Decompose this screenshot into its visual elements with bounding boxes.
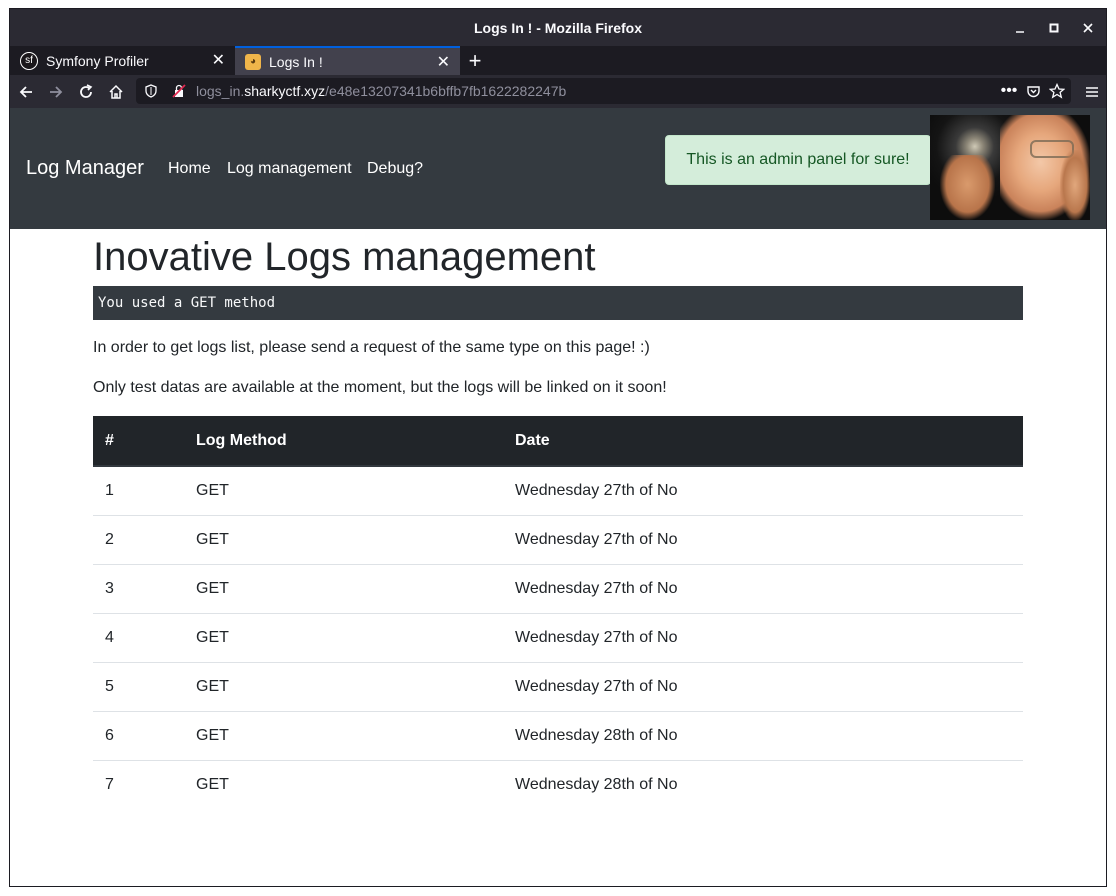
window-titlebar[interactable]: Logs In ! - Mozilla Firefox bbox=[10, 9, 1106, 46]
table-row: 1 GET Wednesday 27th of No bbox=[93, 466, 1023, 516]
cell-method: GET bbox=[196, 775, 229, 793]
cell-method: GET bbox=[184, 711, 503, 761]
nav-link-debug[interactable]: Debug? bbox=[367, 160, 423, 178]
cell-number: 7 bbox=[105, 775, 114, 793]
table-header-row: # Log Method Date bbox=[93, 416, 1023, 467]
maximize-button[interactable] bbox=[1039, 9, 1069, 46]
cell-method: GET bbox=[184, 564, 503, 614]
page-viewport: Log Manager Home Log management Debug? T… bbox=[10, 108, 1106, 886]
tracking-protection-shield-icon[interactable] bbox=[140, 78, 162, 104]
tab-label: Symfony Profiler bbox=[46, 52, 149, 69]
cell-method: GET bbox=[184, 466, 503, 516]
close-tab-icon[interactable]: ✕ bbox=[437, 52, 450, 72]
tab-logs-in[interactable]: ◕ Logs In ! ✕ bbox=[235, 46, 460, 75]
alert-text: This is an admin panel for sure! bbox=[686, 151, 910, 168]
cell-date: Wednesday 28th of No bbox=[515, 775, 678, 793]
table-row: 7 GET Wednesday 28th of No bbox=[93, 760, 1023, 809]
hamburger-menu-icon bbox=[1086, 86, 1098, 97]
tab-strip: sf Symfony Profiler ✕ ◕ Logs In ! ✕ + bbox=[10, 46, 1106, 75]
page-actions-menu-icon[interactable]: ••• bbox=[998, 78, 1020, 104]
back-button[interactable] bbox=[12, 75, 40, 108]
insecure-lock-icon[interactable] bbox=[168, 78, 190, 104]
tab-label: Logs In ! bbox=[269, 53, 323, 70]
close-icon bbox=[1083, 22, 1093, 33]
bookmark-star-icon[interactable] bbox=[1046, 78, 1068, 104]
cell-date: Wednesday 27th of No bbox=[503, 564, 1023, 614]
cell-number: 6 bbox=[93, 711, 184, 761]
cell-number: 3 bbox=[93, 564, 184, 614]
cell-date: Wednesday 27th of No bbox=[503, 466, 1023, 516]
method-notice-text: You used a GET method bbox=[98, 295, 276, 311]
cell-date: Wednesday 27th of No bbox=[503, 662, 1023, 712]
table-row: 4 GET Wednesday 27th of No bbox=[93, 613, 1023, 663]
close-tab-icon[interactable]: ✕ bbox=[212, 50, 225, 70]
column-header-log-method: Log Method bbox=[184, 416, 503, 467]
table-row: 5 GET Wednesday 27th of No bbox=[93, 662, 1023, 712]
browser-window: Logs In ! - Mozilla Firefox sf Symfony P… bbox=[9, 8, 1107, 887]
table-row: 2 GET Wednesday 27th of No bbox=[93, 515, 1023, 565]
cell-date: Wednesday 28th of No bbox=[503, 711, 1023, 761]
cell-method: GET bbox=[184, 515, 503, 565]
tab-symfony-profiler[interactable]: sf Symfony Profiler ✕ bbox=[10, 46, 235, 75]
back-arrow-icon bbox=[19, 85, 32, 98]
cell-date: Wednesday 27th of No bbox=[503, 515, 1023, 565]
url-bar[interactable]: logs_in.sharkyctf.xyz/e48e13207341b6bffb… bbox=[136, 78, 1071, 104]
minimize-button[interactable] bbox=[1005, 9, 1035, 46]
url-path: /e48e13207341b6bffb7fb1622282247b bbox=[325, 83, 567, 99]
forward-button[interactable] bbox=[42, 75, 70, 108]
reload-icon bbox=[80, 83, 93, 98]
method-notice: You used a GET method bbox=[93, 286, 1023, 320]
close-window-button[interactable] bbox=[1073, 9, 1103, 46]
cell-number: 5 bbox=[93, 662, 184, 712]
cell-method: GET bbox=[184, 662, 503, 712]
logs-table: # Log Method Date 1 GET Wednesday 27th o… bbox=[93, 416, 1023, 809]
column-header-number: # bbox=[93, 416, 184, 467]
page-title: Inovative Logs management bbox=[93, 235, 596, 279]
reload-button[interactable] bbox=[72, 75, 100, 108]
minimize-icon bbox=[1016, 30, 1024, 33]
info-paragraph: Only test datas are available at the mom… bbox=[93, 379, 667, 396]
nav-link-log-management[interactable]: Log management bbox=[227, 160, 352, 178]
url-host: sharkyctf.xyz bbox=[244, 83, 326, 99]
plus-icon: + bbox=[468, 47, 482, 73]
url-prefix: logs_in. bbox=[196, 83, 245, 99]
url-text[interactable]: logs_in.sharkyctf.xyz/e48e13207341b6bffb… bbox=[196, 83, 566, 99]
table-row: 6 GET Wednesday 28th of No bbox=[93, 711, 1023, 761]
meme-image bbox=[930, 115, 1090, 220]
cat-emoji-icon: ◕ bbox=[245, 53, 261, 70]
new-tab-button[interactable]: + bbox=[466, 46, 484, 75]
cell-number: 4 bbox=[93, 613, 184, 663]
nav-link-home[interactable]: Home bbox=[168, 160, 211, 178]
navbar-brand[interactable]: Log Manager bbox=[26, 157, 144, 180]
window-title: Logs In ! - Mozilla Firefox bbox=[474, 19, 642, 36]
maximize-icon bbox=[1049, 23, 1059, 32]
pocket-icon[interactable] bbox=[1022, 78, 1044, 104]
home-icon bbox=[109, 84, 123, 99]
column-header-date: Date bbox=[503, 416, 1023, 467]
symfony-icon: sf bbox=[20, 51, 38, 70]
forward-arrow-icon bbox=[50, 85, 63, 98]
admin-alert: This is an admin panel for sure! bbox=[665, 135, 931, 185]
navigation-toolbar: logs_in.sharkyctf.xyz/e48e13207341b6bffb… bbox=[10, 75, 1106, 109]
table-row: 3 GET Wednesday 27th of No bbox=[93, 564, 1023, 614]
app-menu-button[interactable] bbox=[1078, 75, 1106, 108]
app-navbar: Log Manager Home Log management Debug? T… bbox=[10, 108, 1106, 229]
home-button[interactable] bbox=[102, 75, 130, 108]
cell-method: GET bbox=[184, 613, 503, 663]
instructions-paragraph: In order to get logs list, please send a… bbox=[93, 339, 650, 356]
cell-number: 1 bbox=[93, 466, 184, 516]
cell-date: Wednesday 27th of No bbox=[503, 613, 1023, 663]
cell-number: 2 bbox=[93, 515, 184, 565]
